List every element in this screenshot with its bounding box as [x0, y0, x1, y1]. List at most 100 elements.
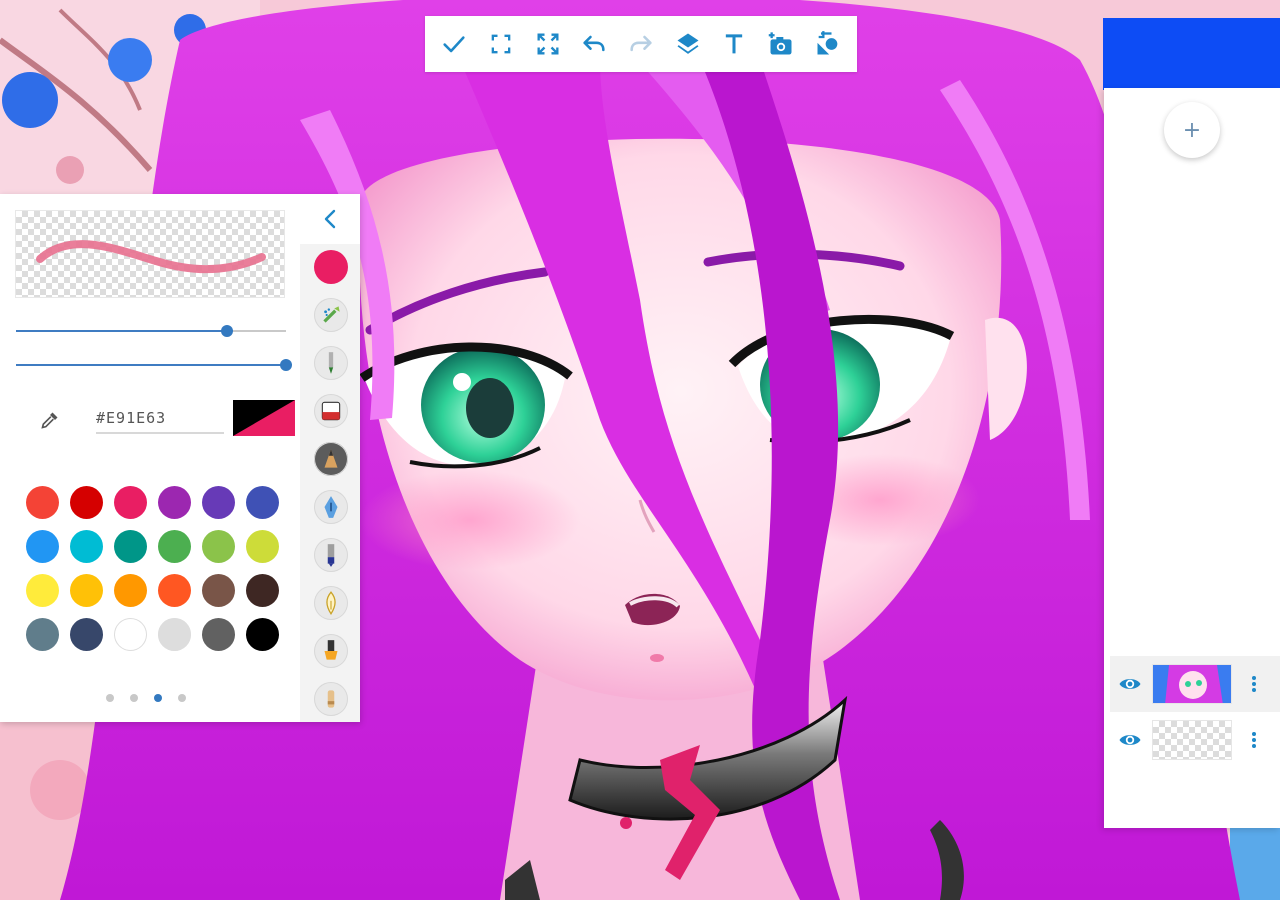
tool-marker[interactable] [314, 346, 348, 380]
tool-eraser[interactable] [314, 394, 348, 428]
slider-knob[interactable] [221, 325, 233, 337]
tool-pencil[interactable] [314, 442, 348, 476]
color-swatch[interactable] [113, 529, 147, 563]
add-photo-button[interactable] [759, 22, 803, 66]
tool-crayon[interactable] [314, 682, 348, 716]
eyedropper-icon [41, 412, 58, 429]
palette-cell [20, 524, 64, 568]
color-swatch[interactable] [25, 617, 59, 651]
brush-panel: #E91E63 [0, 194, 360, 722]
color-swatch[interactable] [69, 485, 103, 519]
shapes-button[interactable] [806, 22, 850, 66]
color-swatch[interactable] [69, 617, 103, 651]
palette-cell [108, 524, 152, 568]
palette-cell [64, 524, 108, 568]
palette-cell [196, 480, 240, 524]
brush-tool-rail [300, 244, 360, 722]
redo-button[interactable] [619, 22, 663, 66]
tool-fountain-pen[interactable] [314, 490, 348, 524]
palette-cell [64, 612, 108, 656]
palette-page-indicator [106, 694, 186, 702]
add-photo-icon [768, 32, 792, 55]
layer-thumbnail[interactable] [1152, 664, 1232, 704]
fountain-pen-icon [324, 496, 338, 518]
layer-menu-button[interactable] [1236, 720, 1272, 760]
page-dot[interactable] [154, 694, 162, 702]
color-swatch[interactable] [157, 529, 191, 563]
slider-fill [16, 364, 286, 366]
palette-cell [240, 612, 284, 656]
chevron-left-icon [324, 209, 336, 229]
page-dot[interactable] [130, 694, 138, 702]
more-vert-icon [1252, 732, 1256, 748]
hex-color-field[interactable]: #E91E63 [96, 406, 224, 434]
tool-color-swatch[interactable] [314, 250, 348, 284]
palette-cell [64, 480, 108, 524]
fullscreen-button[interactable] [526, 22, 570, 66]
color-swatch[interactable] [113, 485, 147, 519]
color-swatch[interactable] [245, 485, 279, 519]
collapse-panel-button[interactable] [316, 202, 344, 236]
primary-secondary-swatch [233, 400, 295, 436]
eye-icon [1119, 735, 1141, 745]
current-color-swatch[interactable] [233, 400, 295, 436]
color-swatch[interactable] [201, 529, 235, 563]
color-swatch[interactable] [201, 573, 235, 607]
layers-header-bar [1103, 18, 1280, 90]
text-tool-button[interactable] [712, 22, 756, 66]
layer-row-empty[interactable] [1110, 712, 1280, 768]
fit-screen-button[interactable] [479, 22, 523, 66]
palette-cell [108, 612, 152, 656]
layer-thumbnail[interactable] [1152, 720, 1232, 760]
palette-cell [64, 568, 108, 612]
confirm-button[interactable] [432, 22, 476, 66]
brush-opacity-slider[interactable] [16, 355, 292, 375]
eyedropper-button[interactable] [36, 406, 64, 434]
brush-size-slider[interactable] [16, 321, 286, 341]
layers-icon [677, 33, 699, 54]
layer-row-artwork[interactable] [1110, 656, 1280, 712]
color-swatch[interactable] [25, 573, 59, 607]
palette-cell [196, 568, 240, 612]
color-swatch[interactable] [69, 573, 103, 607]
text-icon [726, 34, 743, 54]
color-swatch[interactable] [25, 529, 59, 563]
layers-button[interactable] [666, 22, 710, 66]
color-swatch[interactable] [113, 573, 147, 607]
palette-cell [152, 480, 196, 524]
slider-knob[interactable] [280, 359, 292, 371]
confirm-icon [443, 36, 465, 53]
color-swatch[interactable] [245, 617, 279, 651]
color-swatch[interactable] [201, 485, 235, 519]
page-dot[interactable] [106, 694, 114, 702]
color-swatch[interactable] [69, 529, 103, 563]
color-swatch[interactable] [157, 617, 191, 651]
color-swatch[interactable] [245, 529, 279, 563]
layer-menu-button[interactable] [1236, 664, 1272, 704]
layer-visibility-toggle[interactable] [1110, 664, 1150, 704]
color-swatch[interactable] [245, 573, 279, 607]
palette-cell [20, 612, 64, 656]
page-dot[interactable] [178, 694, 186, 702]
undo-button[interactable] [572, 22, 616, 66]
redo-icon [630, 35, 652, 52]
color-swatch[interactable] [25, 485, 59, 519]
tool-ink-pen[interactable] [314, 538, 348, 572]
tool-airbrush[interactable] [314, 298, 348, 332]
color-swatch[interactable] [157, 573, 191, 607]
palette-cell [196, 612, 240, 656]
color-swatch[interactable] [157, 485, 191, 519]
palette-cell [240, 568, 284, 612]
layer-artwork-thumbnail [1153, 665, 1231, 703]
tool-highlighter[interactable] [314, 634, 348, 668]
color-swatch[interactable] [201, 617, 235, 651]
eye-icon [1119, 679, 1141, 689]
layer-visibility-toggle[interactable] [1110, 720, 1150, 760]
calligraphy-icon [326, 591, 336, 616]
palette-cell [20, 568, 64, 612]
tool-calligraphy[interactable] [314, 586, 348, 620]
palette-cell [152, 568, 196, 612]
palette-cell [20, 480, 64, 524]
color-swatch[interactable] [113, 617, 147, 651]
add-layer-button[interactable]: + [1164, 102, 1220, 158]
